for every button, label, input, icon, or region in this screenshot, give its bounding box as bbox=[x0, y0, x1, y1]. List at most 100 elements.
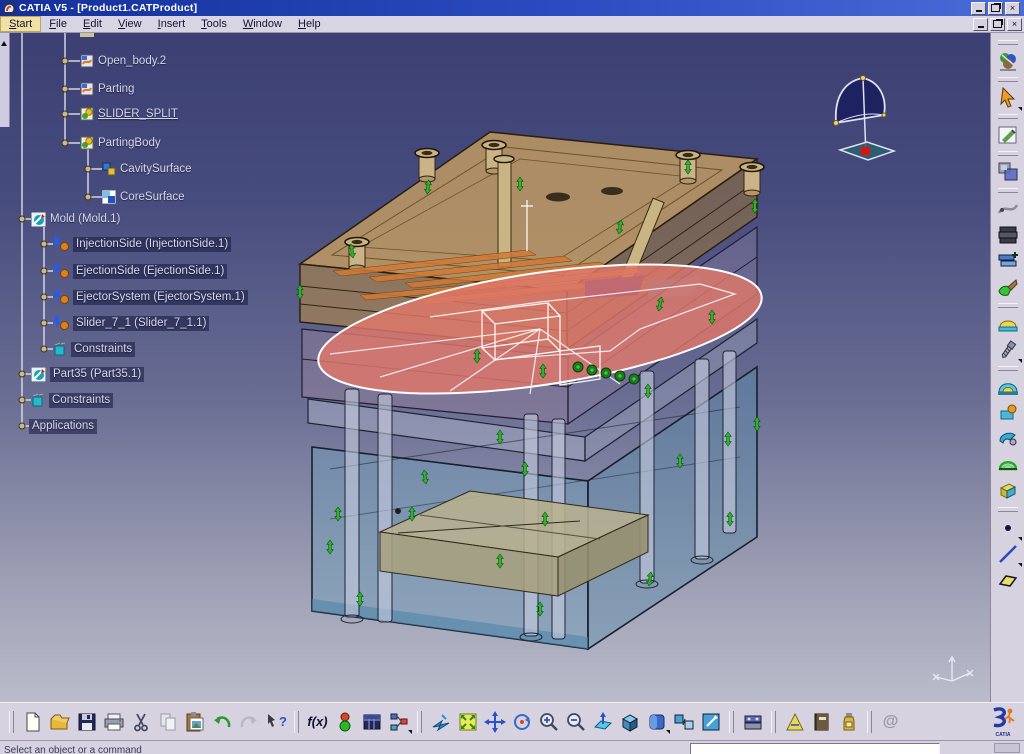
tree-item-label: Parting bbox=[98, 82, 135, 95]
save-icon[interactable] bbox=[76, 711, 98, 733]
toolbar-handle[interactable] bbox=[997, 77, 1018, 82]
menu-tools[interactable]: Tools bbox=[193, 17, 235, 31]
mold-plate-icon[interactable] bbox=[742, 711, 764, 733]
tree-item-slider-split[interactable]: SLIDER_SPLIT bbox=[80, 106, 178, 122]
measure-icon[interactable] bbox=[784, 711, 806, 733]
toolbar-handle[interactable] bbox=[997, 303, 1018, 308]
swap-space-icon[interactable] bbox=[700, 711, 722, 733]
standard-part-icon[interactable] bbox=[996, 479, 1020, 503]
3d-viewport[interactable]: Open_body.2 Parting SLIDER_SPLIT Parting… bbox=[0, 33, 990, 702]
minimize-button[interactable] bbox=[971, 1, 986, 15]
material-icon[interactable] bbox=[838, 711, 860, 733]
screw-icon[interactable] bbox=[996, 338, 1022, 363]
cavity-dome-icon[interactable] bbox=[996, 312, 1020, 336]
catia-logo: CATIA bbox=[988, 706, 1018, 738]
powercopy-icon[interactable] bbox=[996, 160, 1020, 184]
at-link-icon[interactable]: @ bbox=[880, 711, 902, 733]
zoom-out-icon[interactable] bbox=[565, 711, 587, 733]
copy-icon[interactable] bbox=[157, 711, 179, 733]
toolbar-handle[interactable] bbox=[9, 710, 14, 733]
tree-item-slider-7-1[interactable]: Slider_7_1 (Slider_7_1.1) bbox=[53, 315, 210, 331]
new-document-icon[interactable] bbox=[22, 711, 44, 733]
menu-file[interactable]: File bbox=[41, 17, 75, 31]
knowledge-icon[interactable] bbox=[334, 711, 356, 733]
tree-item-constraints-mold[interactable]: Constraints bbox=[53, 341, 136, 357]
tree-item-parting[interactable]: Parting bbox=[80, 81, 134, 97]
doc-restore-button[interactable] bbox=[990, 17, 1005, 31]
power-input[interactable] bbox=[690, 743, 940, 754]
catalog-icon[interactable] bbox=[811, 711, 833, 733]
paste-icon[interactable] bbox=[184, 711, 206, 733]
sketcher-icon[interactable] bbox=[996, 123, 1020, 147]
tree-item-coresurface[interactable]: CoreSurface bbox=[102, 189, 185, 205]
doc-minimize-button[interactable] bbox=[973, 17, 988, 31]
tree-item-ejectionside[interactable]: EjectionSide (EjectionSide.1) bbox=[53, 263, 228, 279]
tree-item-label: Constraints bbox=[71, 341, 136, 357]
relations-icon[interactable] bbox=[388, 711, 412, 734]
tree-item-partingbody[interactable]: PartingBody bbox=[80, 135, 161, 151]
toolbar-handle[interactable] bbox=[997, 188, 1018, 193]
toolbar-handle[interactable] bbox=[997, 114, 1018, 119]
tree-item-open-body-2[interactable]: Open_body.2 bbox=[80, 53, 166, 69]
menu-insert[interactable]: Insert bbox=[150, 17, 194, 31]
tree-item-applications[interactable]: Applications bbox=[29, 418, 98, 434]
normal-view-icon[interactable] bbox=[592, 711, 614, 733]
whats-this-icon[interactable]: ? bbox=[265, 711, 287, 733]
flyout-arrow[interactable] bbox=[1017, 359, 1022, 363]
doc-close-button[interactable]: × bbox=[1007, 17, 1022, 31]
line-icon[interactable] bbox=[996, 542, 1022, 567]
menu-help[interactable]: Help bbox=[290, 17, 329, 31]
green-dome-icon[interactable] bbox=[996, 453, 1020, 477]
iso-view-icon[interactable] bbox=[619, 711, 641, 733]
menu-edit[interactable]: Edit bbox=[75, 17, 110, 31]
open-folder-icon[interactable] bbox=[49, 711, 71, 733]
shading-icon[interactable] bbox=[646, 711, 670, 734]
gate-icon[interactable] bbox=[996, 275, 1020, 299]
tree-item-constraints-root[interactable]: Constraints bbox=[31, 392, 114, 408]
toolbar-separator bbox=[294, 710, 299, 733]
cut-icon[interactable] bbox=[130, 711, 152, 733]
measure-curve-icon[interactable] bbox=[996, 197, 1020, 221]
tree-item-part35[interactable]: Part35 (Part35.1) bbox=[31, 366, 145, 382]
restore-button[interactable] bbox=[988, 1, 1003, 15]
redo-icon[interactable] bbox=[238, 711, 260, 733]
print-icon[interactable] bbox=[103, 711, 125, 733]
flyout-arrow[interactable] bbox=[1017, 107, 1022, 111]
mold-base-icon[interactable] bbox=[996, 223, 1020, 247]
tree-item-ejectorsystem[interactable]: EjectorSystem (EjectorSystem.1) bbox=[53, 289, 248, 305]
catia-app-icon bbox=[3, 1, 16, 15]
tree-item-injectionside[interactable]: InjectionSide (InjectionSide.1) bbox=[53, 236, 232, 252]
toolbar-handle[interactable] bbox=[997, 40, 1018, 45]
add-plate-icon[interactable] bbox=[996, 249, 1020, 273]
toolbar-handle[interactable] bbox=[997, 151, 1018, 156]
design-table-icon[interactable] bbox=[361, 711, 383, 733]
tree-item-mold[interactable]: Mold (Mold.1) bbox=[31, 211, 120, 227]
undo-icon[interactable] bbox=[211, 711, 233, 733]
fit-all-icon[interactable] bbox=[457, 711, 479, 733]
flyout-arrow[interactable] bbox=[1017, 563, 1022, 567]
close-button[interactable]: × bbox=[1005, 1, 1020, 15]
formula-icon[interactable]: f(x) bbox=[307, 711, 329, 733]
menu-window[interactable]: Window bbox=[235, 17, 290, 31]
menu-view[interactable]: View bbox=[110, 17, 150, 31]
insert-dome-icon[interactable] bbox=[996, 375, 1020, 399]
point-icon[interactable] bbox=[996, 516, 1022, 541]
hide-show-icon[interactable] bbox=[673, 711, 695, 733]
select-arrow-icon[interactable] bbox=[996, 86, 1022, 111]
flyout-arrow[interactable] bbox=[407, 729, 412, 734]
rotate-icon[interactable] bbox=[511, 711, 533, 733]
insert-component-icon[interactable] bbox=[996, 401, 1020, 425]
flyout-arrow[interactable] bbox=[665, 729, 670, 734]
toolbar-handle[interactable] bbox=[997, 507, 1018, 512]
flyout-arrow[interactable] bbox=[1017, 537, 1022, 541]
pan-icon[interactable] bbox=[483, 710, 506, 733]
fly-mode-icon[interactable] bbox=[430, 711, 452, 733]
plane-icon[interactable] bbox=[996, 568, 1020, 592]
status-grip[interactable] bbox=[994, 743, 1020, 753]
tree-item-cavitysurface[interactable]: CavitySurface bbox=[102, 161, 192, 177]
zoom-in-icon[interactable] bbox=[538, 711, 560, 733]
mold-tooling-workbench-icon[interactable] bbox=[996, 49, 1020, 73]
tooling-tool-icon[interactable] bbox=[996, 427, 1020, 451]
toolbar-handle[interactable] bbox=[997, 366, 1018, 371]
menu-start[interactable]: Start bbox=[0, 16, 42, 32]
